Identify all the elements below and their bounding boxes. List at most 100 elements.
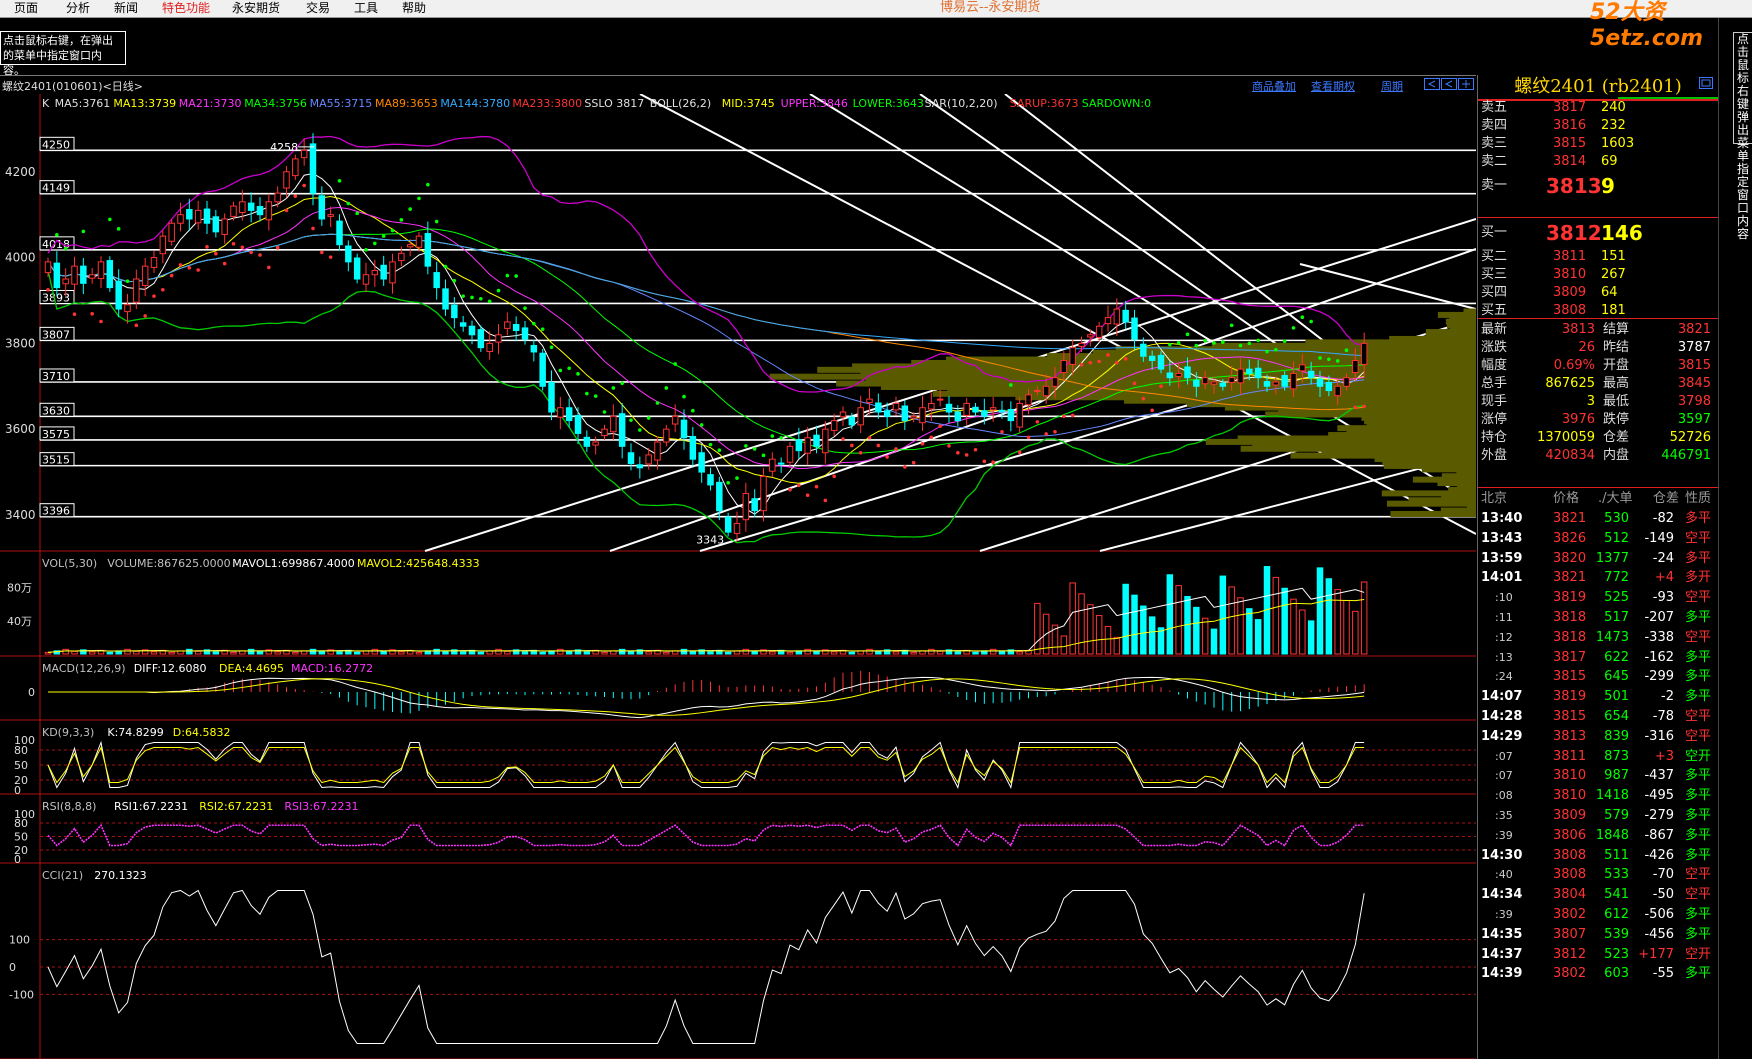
- tick-volume: 512: [1604, 529, 1629, 549]
- candle-body: [72, 266, 77, 284]
- candle-body: [1167, 373, 1172, 378]
- menu-help[interactable]: 帮助: [402, 0, 426, 17]
- sar-dot: [214, 252, 218, 256]
- tick-row: 14:39 3802 603 -55 多平: [1481, 964, 1717, 984]
- candle-body: [1282, 376, 1287, 387]
- tick-price: 3802: [1553, 964, 1586, 984]
- ask-row[interactable]: 卖二 3814 69: [1481, 152, 1717, 172]
- stat-row: 现手 3 最低 3798: [1481, 392, 1717, 412]
- indicator-legend: K:74.8299: [107, 726, 163, 739]
- candle-body: [1149, 356, 1154, 360]
- sar-dot: [1309, 320, 1313, 324]
- tick-oi-change: -82: [1653, 509, 1674, 529]
- ask-row[interactable]: 卖一 3813 9: [1481, 176, 1717, 196]
- bid-row[interactable]: 买一 3812 146: [1481, 223, 1717, 243]
- candle-body: [416, 236, 421, 247]
- candle-body: [566, 408, 571, 421]
- maximize-icon[interactable]: [1699, 77, 1713, 89]
- overlay-commodity-link[interactable]: 商品叠加: [1252, 78, 1296, 94]
- candle-body: [796, 440, 801, 451]
- tick-time: :11: [1495, 608, 1513, 628]
- sar-dot: [188, 266, 192, 270]
- menu-news[interactable]: 新闻: [114, 0, 138, 17]
- ma-line: [48, 234, 1364, 436]
- tick-price: 3815: [1553, 667, 1586, 687]
- stat-label: 涨跌: [1481, 338, 1507, 358]
- tick-oi-change: -338: [1644, 628, 1674, 648]
- candle-body: [752, 499, 757, 511]
- bid-row[interactable]: 买四 3809 64: [1481, 283, 1717, 303]
- oscillator-tick: 50: [14, 759, 28, 772]
- sar-dot: [1142, 397, 1146, 401]
- tick-volume: 1848: [1596, 826, 1629, 846]
- tick-oi-change: -867: [1644, 826, 1674, 846]
- menu-analysis[interactable]: 分析: [66, 0, 90, 17]
- tick-time: 14:34: [1481, 885, 1522, 905]
- candle-body: [1176, 373, 1181, 376]
- sar-dot: [850, 444, 854, 448]
- bid-row[interactable]: 买二 3811 151: [1481, 247, 1717, 267]
- view-options-link[interactable]: 查看期权: [1311, 78, 1355, 94]
- sar-dot: [974, 448, 978, 452]
- volume-bar: [1167, 575, 1172, 654]
- menu-tools[interactable]: 工具: [354, 0, 378, 17]
- chart-nav-icons[interactable]: [1424, 78, 1476, 91]
- candle-body: [1300, 365, 1305, 371]
- candle-body: [354, 258, 359, 279]
- volume-bar: [955, 652, 960, 654]
- tick-row: :11 3818 517 -207 多平: [1481, 608, 1717, 628]
- period-link[interactable]: 周期: [1381, 78, 1403, 94]
- sar-dot: [347, 202, 351, 206]
- tick-time: :39: [1495, 905, 1513, 925]
- side-tab-label[interactable]: 点击鼠标右键弹出菜单指定窗口内容: [1733, 32, 1752, 144]
- bid-row[interactable]: 买三 3810 267: [1481, 265, 1717, 285]
- volume-bar: [584, 652, 589, 654]
- volume-bar: [893, 652, 898, 654]
- candle-body: [522, 328, 527, 339]
- tick-price: 3817: [1553, 648, 1586, 668]
- candle-body: [107, 261, 112, 288]
- ask-row[interactable]: 卖三 3815 1603: [1481, 134, 1717, 154]
- tick-time: :39: [1495, 826, 1513, 846]
- sar-dot: [258, 253, 262, 257]
- indicator-legend: MACD:16.2772: [291, 662, 373, 675]
- tick-time: :08: [1495, 786, 1513, 806]
- contract-title: 螺纹2401 (rb2401): [1478, 76, 1718, 98]
- menu-features[interactable]: 特色功能: [162, 0, 210, 17]
- tick-price: 3819: [1553, 588, 1586, 608]
- sar-dot: [1053, 430, 1057, 434]
- sar-dot: [64, 247, 68, 251]
- menu-trade[interactable]: 交易: [306, 0, 330, 17]
- tick-oi-change: -506: [1644, 905, 1674, 925]
- volume-bar: [646, 652, 651, 654]
- ask-row[interactable]: 卖五 3817 240: [1481, 98, 1717, 118]
- sar-dot: [762, 454, 766, 458]
- indicator-legend: RSI3:67.2231: [284, 800, 358, 813]
- tick-time: 14:28: [1481, 707, 1522, 727]
- candle-body: [770, 459, 775, 471]
- ask-row[interactable]: 卖四 3816 232: [1481, 116, 1717, 136]
- volume-bar: [1361, 582, 1366, 654]
- sar-dot: [391, 229, 395, 233]
- candle-body: [222, 219, 227, 234]
- volume-bar: [743, 649, 748, 654]
- volume-bar: [1211, 629, 1216, 654]
- menu-page[interactable]: 页面: [14, 0, 38, 17]
- ask-volume: 69: [1601, 152, 1618, 172]
- tick-oi-change: +4: [1655, 568, 1674, 588]
- sar-dot: [594, 394, 598, 398]
- cci-tick: -100: [9, 988, 34, 1001]
- volume-bar: [558, 649, 563, 654]
- sar-dot: [1248, 342, 1252, 346]
- candle-body: [1035, 391, 1040, 392]
- volume-bar: [1017, 652, 1022, 654]
- sar-dot: [788, 488, 792, 492]
- indicator-legend: MAVOL2:425648.4333: [357, 557, 480, 570]
- candle-body: [1273, 382, 1278, 385]
- menu-yongan[interactable]: 永安期货: [232, 0, 280, 17]
- sar-dot: [647, 416, 651, 420]
- sar-dot: [497, 289, 501, 293]
- kline-chart[interactable]: 4250414940183893380737103630357535153396…: [0, 94, 1476, 1059]
- candle-body: [787, 446, 792, 462]
- sar-dot: [435, 220, 439, 224]
